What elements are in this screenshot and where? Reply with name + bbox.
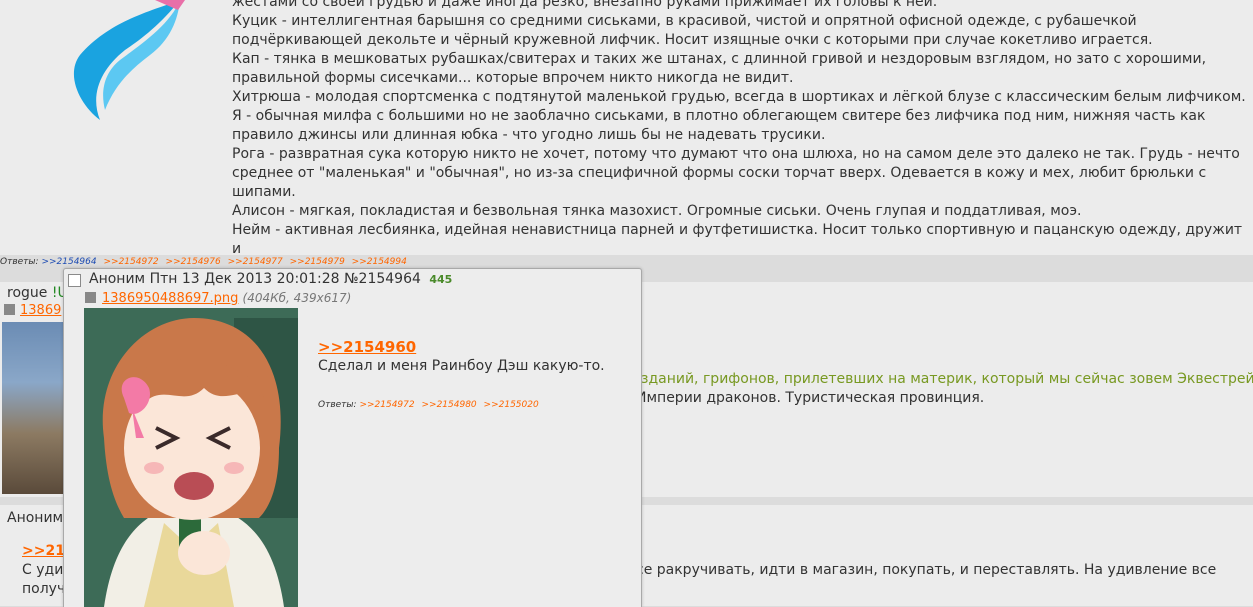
replies-label: Ответы: [0, 257, 39, 267]
message-line: Нейм - активная лесбиянка, идейная ненав… [232, 222, 1243, 257]
poster-name-text: rogue [7, 285, 48, 301]
poster-name: rogue !U [7, 285, 68, 301]
anime-girl-image [84, 308, 298, 607]
file-icon [4, 304, 15, 315]
file-link[interactable]: 13869 [20, 303, 61, 318]
post-image[interactable] [84, 308, 298, 607]
file-info: 1386950488697.png (404Кб, 439x617) [102, 291, 351, 306]
post-top-message: жестами со своей грудью и даже иногда ре… [232, 0, 1247, 259]
message-line: Я - обычная милфа с большими но не заобл… [232, 108, 1206, 124]
poster-name: Аноним [89, 271, 146, 287]
message-line: С уди [22, 562, 64, 578]
reply-link[interactable]: >>2154964 [41, 257, 96, 267]
file-meta: (404Кб, 439x617) [242, 291, 352, 305]
reply-link[interactable]: >>2154979 [290, 257, 345, 267]
message-line: Империи драконов. Туристическая провинци… [636, 390, 985, 406]
message-line: Хитрюша - молодая спортсменка с подтянут… [232, 89, 1246, 105]
reply-link[interactable]: >>2154980 [421, 400, 476, 410]
greentext-line: зданий, грифонов, прилетевших на материк… [641, 371, 1253, 387]
post-count: 445 [429, 273, 453, 286]
poster-name: Аноним [7, 510, 64, 526]
message-line: Кап - тянка в мешковатых рубашках/свитер… [232, 51, 1207, 67]
reply-ref-link[interactable]: >>21 [22, 543, 65, 559]
select-post-checkbox[interactable] [68, 274, 81, 287]
message-line: подчёркивающей декольте и чёрный кружевн… [232, 32, 1153, 48]
reply-link[interactable]: >>2154994 [352, 257, 407, 267]
post-thumbnail-image[interactable] [2, 322, 65, 494]
reply-link[interactable]: >>2154972 [359, 400, 414, 410]
page: { "post1": { "lines": [ "жестами со свое… [0, 0, 1253, 607]
file-icon [85, 292, 96, 303]
post-number[interactable]: №2154964 [344, 271, 421, 287]
message-line: жестами со своей грудью и даже иногда ре… [232, 0, 938, 10]
reply-link[interactable]: >>2154972 [103, 257, 158, 267]
reply-link[interactable]: >>2154976 [166, 257, 221, 267]
message-line: се ракручивать, идти в магазин, покупать… [636, 562, 1217, 578]
pony-logo-image [73, 0, 185, 120]
message-line: правильной формы сисечками... которые вп… [232, 70, 794, 86]
message-line: правило джинсы или длинная юбка - что уг… [232, 127, 826, 143]
message-line: Рога - развратная сука которую никто не … [232, 146, 1240, 162]
post-date: Птн 13 Дек 2013 20:01:28 [149, 271, 340, 287]
message-line: Куцик - интеллигентная барышня со средни… [232, 13, 1137, 29]
reply-link[interactable]: >>2155020 [484, 400, 539, 410]
message-line: получ [22, 581, 66, 597]
reply-link[interactable]: >>2154977 [228, 257, 283, 267]
post-message: Сделал и меня Раинбоу Дэш какую-то. [318, 358, 605, 374]
post-top-replies: Ответы: >>2154964 >>2154972 >>2154976 >>… [0, 257, 411, 267]
message-line: Алисон - мягкая, покладистая и безвольна… [232, 203, 1082, 219]
post-top: жестами со своей грудью и даже иногда ре… [0, 0, 1253, 257]
message-line: шипами. [232, 184, 296, 200]
post-replies: Ответы: >>2154972 >>2154980 >>2155020 [318, 400, 543, 410]
message-line: среднее от "маленькая" и "обычная", но и… [232, 165, 1207, 181]
replies-label: Ответы: [318, 400, 357, 410]
reply-ref-link[interactable]: >>2154960 [318, 338, 416, 356]
post-header: Аноним Птн 13 Дек 2013 20:01:28 №2154964… [89, 271, 452, 287]
file-link[interactable]: 1386950488697.png [102, 291, 238, 306]
post-preview-popup: Аноним Птн 13 Дек 2013 20:01:28 №2154964… [63, 268, 642, 607]
